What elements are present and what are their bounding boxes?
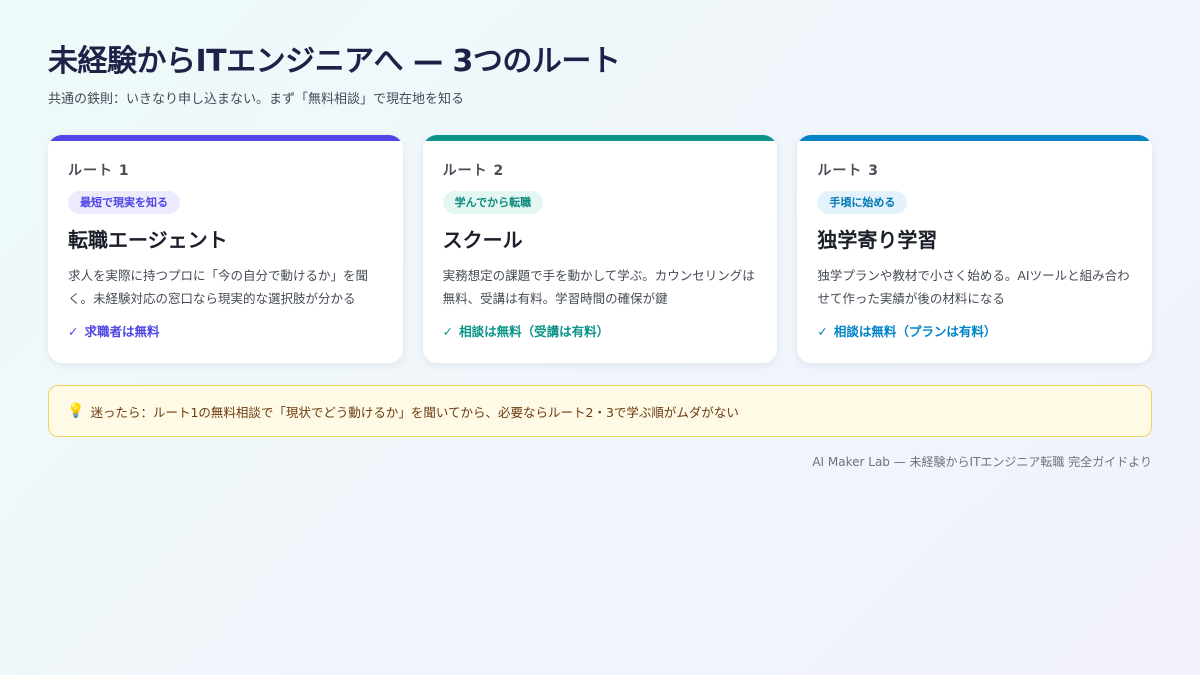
card-accent-bar	[422, 135, 778, 141]
check-icon: ✓	[817, 324, 828, 339]
route-cost-note: ✓ 求職者は無料	[68, 322, 383, 342]
footer-credit: AI Maker Lab — 未経験からITエンジニア転職 完全ガイドより	[812, 455, 1152, 469]
route-label: ルート 3	[817, 163, 879, 179]
route-description: 求人を実際に持つプロに「今の自分で動けるか」を聞く。未経験対応の窓口なら現実的な…	[68, 268, 369, 306]
page-subtitle: 共通の鉄則：いきなり申し込まない。まず「無料相談」で現在地を知る	[48, 92, 465, 107]
card-accent-bar	[48, 135, 403, 141]
page: 未経験からITエンジニアへ — 3つのルート 共通の鉄則：いきなり申し込まない。…	[48, 40, 1153, 471]
route-label: ルート 1	[68, 163, 130, 179]
card-accent-bar	[797, 135, 1153, 141]
route-cost-note: ✓ 相談は無料（プランは有料）	[817, 322, 1132, 342]
route-title: 転職エージェント	[68, 228, 228, 252]
route-description: 独学プランや教材で小さく始める。AIツールと組み合わせて作った実績が後の材料にな…	[817, 268, 1130, 306]
check-icon: ✓	[442, 324, 454, 339]
route-title: 独学寄り学習	[817, 228, 938, 252]
tip-box: 💡 迷ったら：ルート1の無料相談で「現状でどう動けるか」を聞いてから、必要ならル…	[48, 385, 1152, 437]
page-title: 未経験からITエンジニアへ — 3つのルート	[48, 44, 621, 79]
route-badge: 最短で現実を知る	[68, 191, 180, 214]
route-title: スクール	[442, 228, 523, 252]
route-badge: 学んでから転職	[442, 191, 544, 214]
route-card-3: ルート 3 手頃に始める 独学寄り学習 独学プランや教材で小さく始める。AIツー…	[797, 135, 1153, 363]
route-cost-text: 相談は無料（プランは有料）	[833, 324, 997, 339]
route-card-2: ルート 2 学んでから転職 スクール 実務想定の課題で手を動かして学ぶ。カウンセ…	[422, 135, 778, 363]
route-description: 実務想定の課題で手を動かして学ぶ。カウンセリングは無料、受講は有料。学習時間の確…	[442, 268, 755, 306]
tip-text: 迷ったら：ルート1の無料相談で「現状でどう動けるか」を聞いてから、必要ならルート…	[90, 404, 739, 420]
route-cost-text: 求職者は無料	[84, 324, 160, 339]
route-badge: 手頃に始める	[817, 191, 908, 214]
route-cost-note: ✓ 相談は無料（受講は有料）	[443, 322, 758, 342]
route-label: ルート 2	[442, 163, 505, 179]
route-cost-text: 相談は無料（受講は有料）	[459, 324, 610, 339]
lightbulb-icon: 💡	[67, 403, 85, 419]
check-icon: ✓	[68, 324, 79, 339]
route-cards: ルート 1 最短で現実を知る 転職エージェント 求人を実際に持つプロに「今の自分…	[48, 135, 1153, 363]
route-card-1: ルート 1 最短で現実を知る 転職エージェント 求人を実際に持つプロに「今の自分…	[48, 135, 403, 363]
